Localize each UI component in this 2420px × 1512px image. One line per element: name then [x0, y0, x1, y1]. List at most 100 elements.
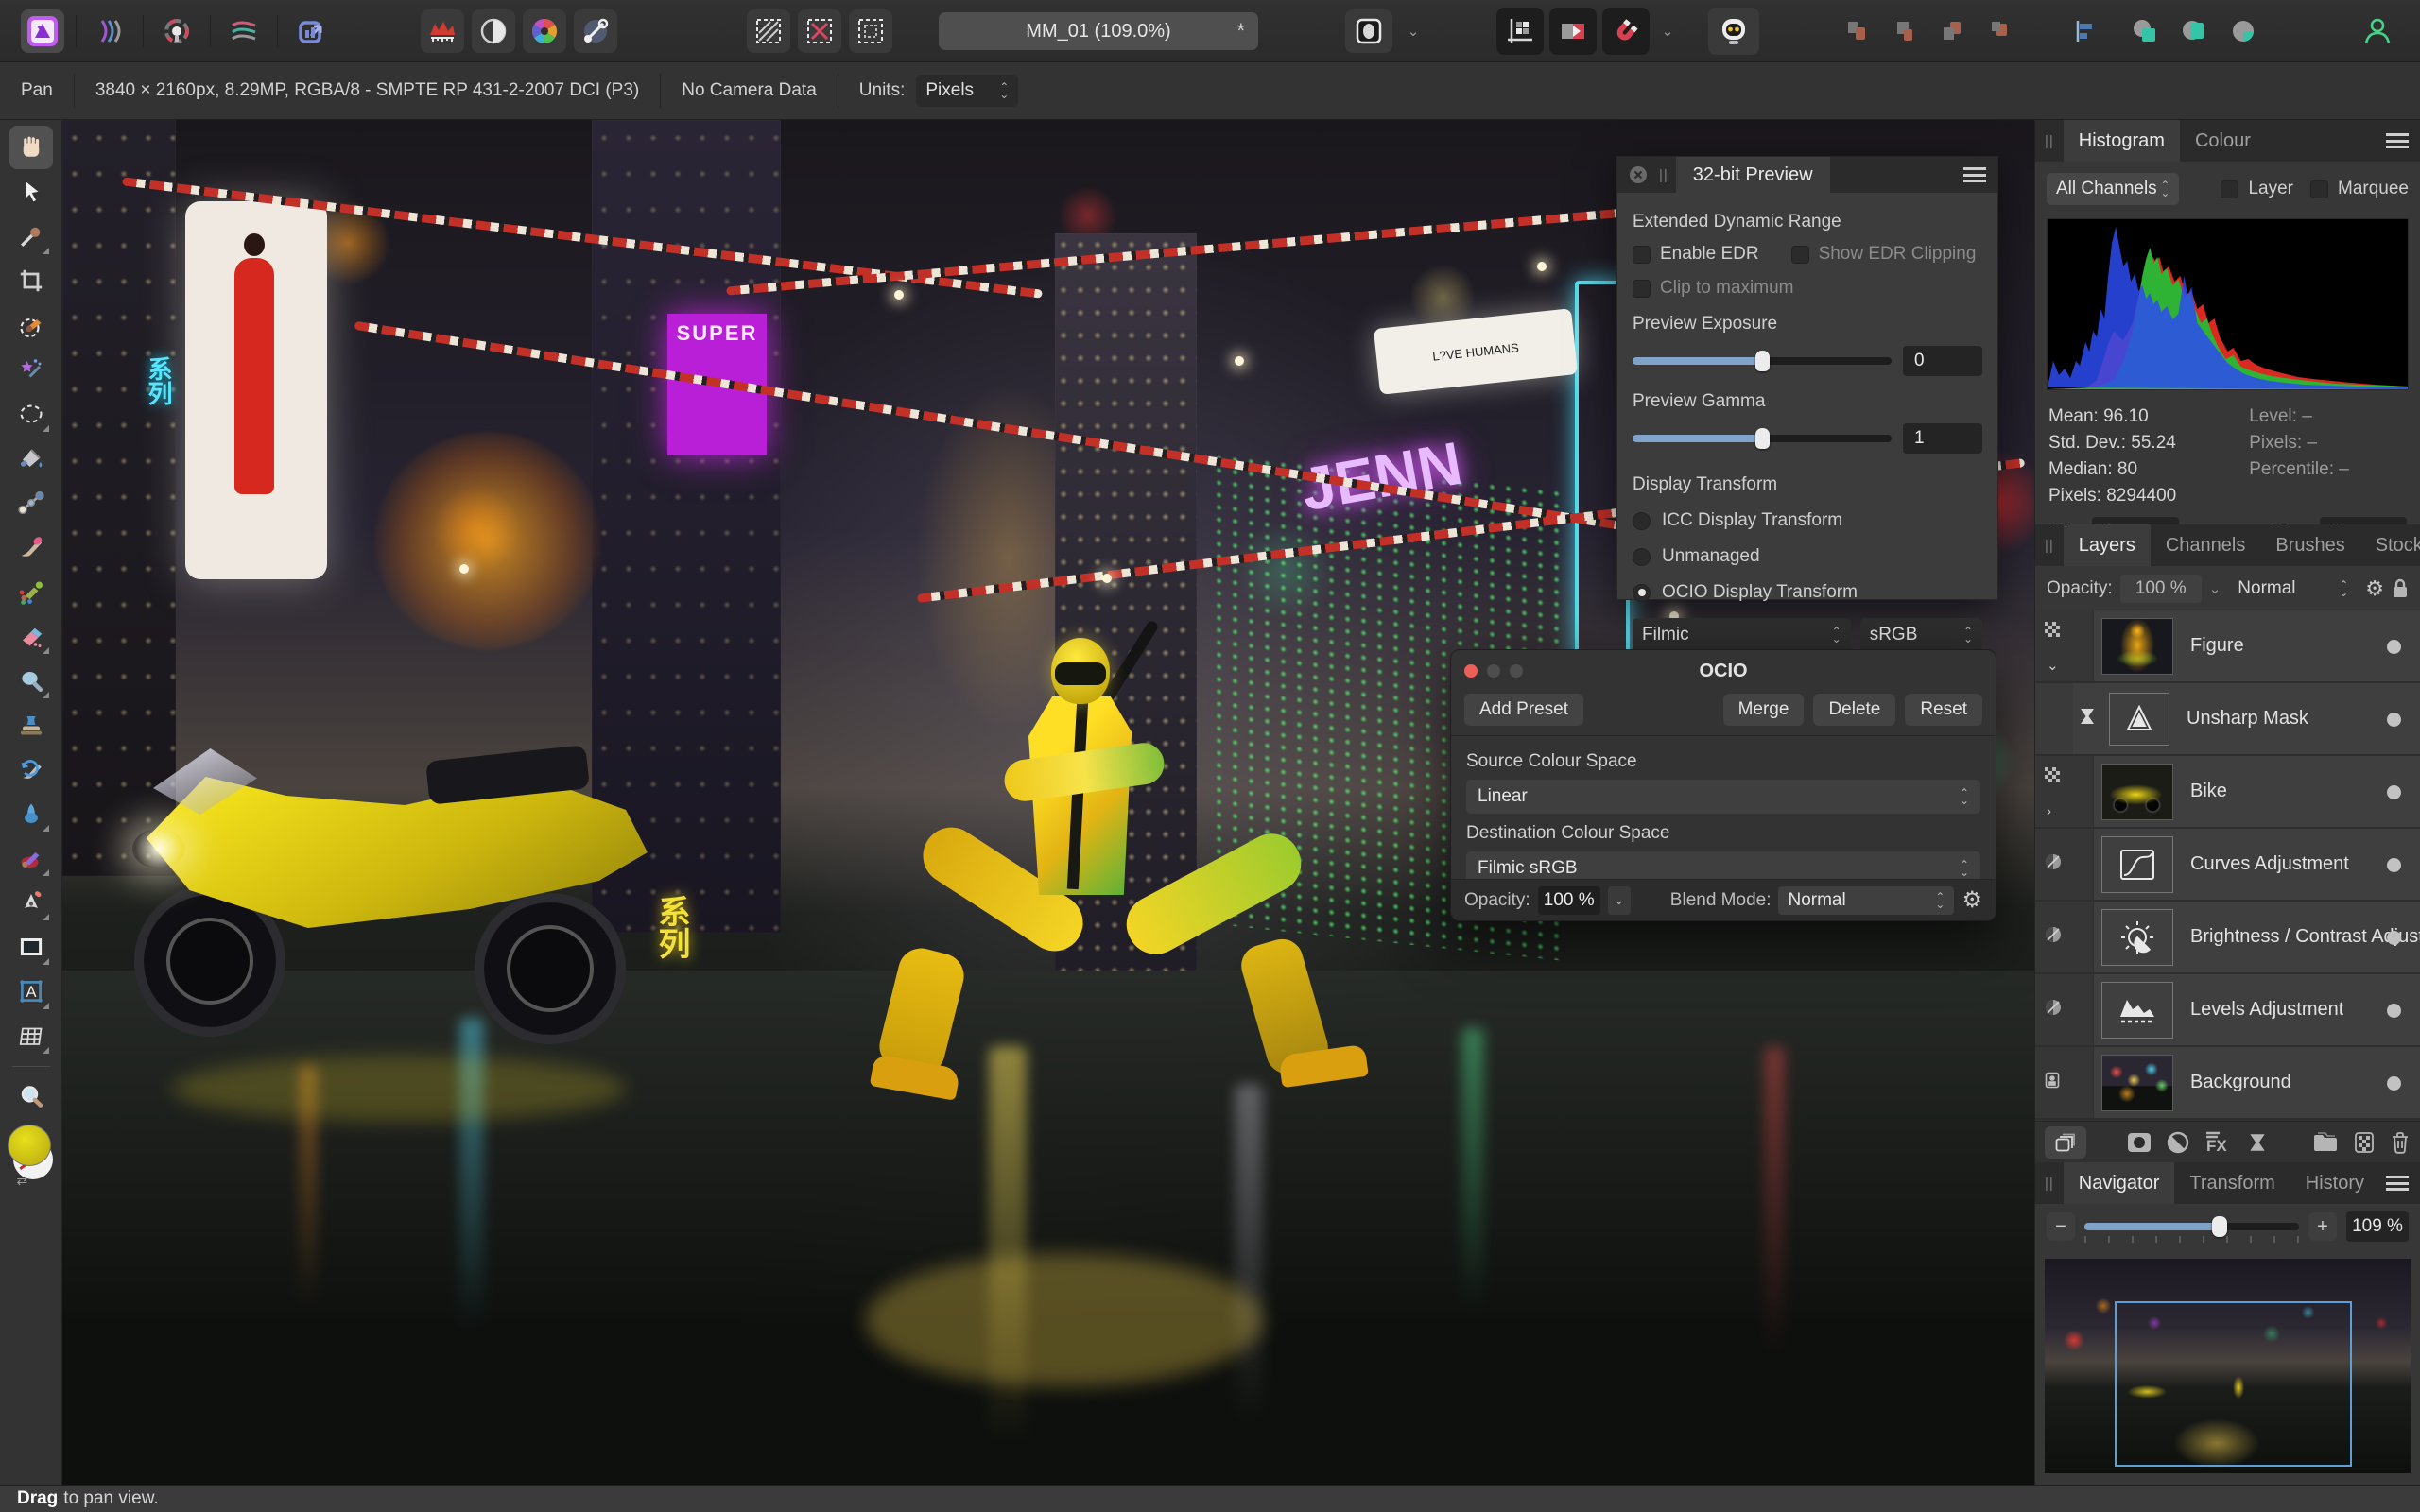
layer-thumbnail[interactable] — [2101, 618, 2173, 675]
layers-opacity-value[interactable]: 100 % — [2120, 575, 2202, 603]
split-view-icon[interactable] — [1549, 8, 1597, 55]
exposure-value-input[interactable]: 0 — [1903, 346, 1982, 376]
develop-persona-icon[interactable] — [155, 9, 199, 53]
layer-visibility-toggle[interactable] — [2387, 785, 2401, 799]
tab-histogram[interactable]: Histogram — [2064, 120, 2180, 162]
navigator-viewport-rect[interactable] — [2115, 1301, 2353, 1467]
boolean-intersect-icon[interactable] — [2221, 9, 2265, 53]
auto-levels-icon[interactable] — [421, 9, 464, 53]
layer-visibility-toggle[interactable] — [2387, 858, 2401, 872]
layer-row-levels[interactable]: Levels Adjustment — [2035, 974, 2420, 1047]
text-tool[interactable]: A — [9, 970, 53, 1013]
colour-replacement-brush-tool[interactable] — [9, 570, 53, 613]
blur-brush-tool[interactable] — [9, 792, 53, 835]
assistant-robot-icon[interactable] — [1708, 8, 1759, 55]
undo-brush-tool[interactable] — [9, 747, 53, 791]
gear-icon[interactable]: ⚙ — [2365, 576, 2384, 601]
gamma-slider[interactable] — [1633, 435, 1892, 442]
panel-menu-icon[interactable] — [2386, 120, 2420, 162]
zoom-in-button[interactable]: + — [2308, 1212, 2337, 1241]
close-icon[interactable] — [1617, 157, 1659, 193]
layer-visibility-toggle[interactable] — [2387, 1076, 2401, 1091]
zoom-slider[interactable] — [2084, 1223, 2299, 1230]
zoom-percentage[interactable]: 109 % — [2346, 1211, 2409, 1242]
erase-brush-tool[interactable] — [9, 614, 53, 658]
lock-icon[interactable] — [2392, 578, 2409, 599]
add-preset-button[interactable]: Add Preset — [1464, 694, 1583, 726]
show-selection-icon[interactable] — [747, 9, 790, 53]
panel-grip-icon[interactable]: || — [2035, 120, 2064, 162]
unmanaged-radio[interactable]: Unmanaged — [1633, 546, 1982, 567]
tab-32bit-preview[interactable]: 32-bit Preview — [1676, 157, 1830, 193]
layer-visibility-toggle[interactable] — [2387, 713, 2401, 727]
quick-mask-icon[interactable] — [1345, 9, 1392, 53]
flood-select-tool[interactable] — [9, 348, 53, 391]
gear-icon[interactable]: ⚙ — [1962, 886, 1982, 914]
blend-mode-select[interactable]: Normal ⌃⌄ — [1778, 886, 1954, 915]
tab-transform[interactable]: Transform — [2174, 1162, 2290, 1204]
gamma-value-input[interactable]: 1 — [1903, 423, 1982, 454]
tab-navigator[interactable]: Navigator — [2064, 1162, 2175, 1204]
crop-tool[interactable] — [9, 259, 53, 302]
channels-select[interactable]: All Channels ⌃⌄ — [2047, 173, 2179, 205]
layer-row-background[interactable]: Background — [2035, 1047, 2420, 1120]
layer-row-brightness-contrast[interactable]: Brightness / Contrast Adjustn — [2035, 902, 2420, 974]
live-filter-hourglass-icon[interactable] — [2248, 1132, 2267, 1153]
zoom-window-icon[interactable] — [1510, 664, 1523, 678]
auto-contrast-icon[interactable] — [472, 9, 515, 53]
primary-colour-swatch[interactable] — [8, 1125, 51, 1166]
units-select[interactable]: Pixels ⌃⌄ — [916, 75, 1018, 107]
colour-swatch-well[interactable]: ⇄ — [6, 1125, 57, 1181]
delete-button[interactable]: Delete — [1813, 694, 1895, 726]
delete-layer-trash-icon[interactable] — [2390, 1131, 2411, 1154]
boolean-subtract-icon[interactable] — [2172, 9, 2216, 53]
panel-grip-icon[interactable]: || — [1659, 157, 1668, 193]
marquee-select-tool[interactable] — [9, 392, 53, 436]
panel-menu-icon[interactable] — [2386, 1162, 2420, 1204]
export-persona-icon[interactable] — [289, 9, 333, 53]
tone-mapping-persona-icon[interactable] — [222, 9, 266, 53]
tab-colour[interactable]: Colour — [2180, 120, 2266, 162]
colour-picker-tool[interactable] — [9, 215, 53, 258]
expand-chevron-icon[interactable]: › — [2047, 803, 2051, 819]
opacity-chevron-icon[interactable]: ⌄ — [2209, 580, 2221, 597]
photo-persona-icon[interactable] — [21, 9, 64, 53]
burn-brush-tool[interactable] — [9, 836, 53, 880]
layer-thumbnail[interactable] — [2101, 764, 2173, 820]
add-pixel-layer-button[interactable] — [2045, 1126, 2086, 1159]
clone-brush-tool[interactable] — [9, 703, 53, 747]
account-person-icon[interactable] — [2354, 9, 2401, 53]
layer-row-bike[interactable]: › Bike — [2035, 756, 2420, 829]
layer-thumbnail[interactable] — [2101, 982, 2173, 1039]
layer-visibility-toggle[interactable] — [2387, 931, 2401, 945]
selection-border-icon[interactable] — [849, 9, 892, 53]
panel-menu-icon[interactable] — [1963, 157, 1997, 193]
mask-layer-icon[interactable] — [2127, 1131, 2152, 1154]
reset-button[interactable]: Reset — [1905, 694, 1982, 726]
enable-edr-checkbox[interactable]: Enable EDR — [1633, 244, 1759, 265]
liquify-persona-icon[interactable] — [88, 9, 131, 53]
panel-grip-icon[interactable]: || — [2035, 1162, 2064, 1204]
ocio-display-transform-radio[interactable]: OCIO Display Transform — [1633, 582, 1982, 603]
zoom-tool[interactable] — [9, 1074, 53, 1118]
slider-thumb[interactable] — [1755, 428, 1770, 449]
move-forward-icon[interactable] — [1884, 9, 1926, 53]
ocio-space-select[interactable]: sRGB ⌃⌄ — [1860, 618, 1982, 652]
adjustment-layer-icon[interactable] — [2167, 1131, 2189, 1154]
opacity-chevron-icon[interactable]: ⌄ — [1608, 886, 1631, 915]
clip-to-maximum-checkbox[interactable]: Clip to maximum — [1633, 278, 1793, 299]
source-colour-space-select[interactable]: Linear ⌃⌄ — [1466, 780, 1980, 814]
auto-colours-icon[interactable] — [523, 9, 566, 53]
move-backward-icon[interactable] — [1931, 9, 1973, 53]
mesh-warp-tool[interactable] — [9, 1014, 53, 1057]
tab-brushes[interactable]: Brushes — [2260, 524, 2360, 566]
slider-thumb[interactable] — [1755, 351, 1770, 371]
rectangle-tool[interactable] — [9, 925, 53, 969]
view-pan-tool[interactable] — [9, 126, 53, 169]
move-to-back-icon[interactable] — [1979, 9, 2020, 53]
layer-thumbnail[interactable] — [2101, 836, 2173, 893]
pen-tool[interactable] — [9, 881, 53, 924]
layer-row-figure[interactable]: ⌄ Figure — [2035, 610, 2420, 683]
new-layer-icon[interactable] — [2354, 1131, 2375, 1154]
live-filter-fx-icon[interactable]: FX — [2204, 1131, 2233, 1154]
